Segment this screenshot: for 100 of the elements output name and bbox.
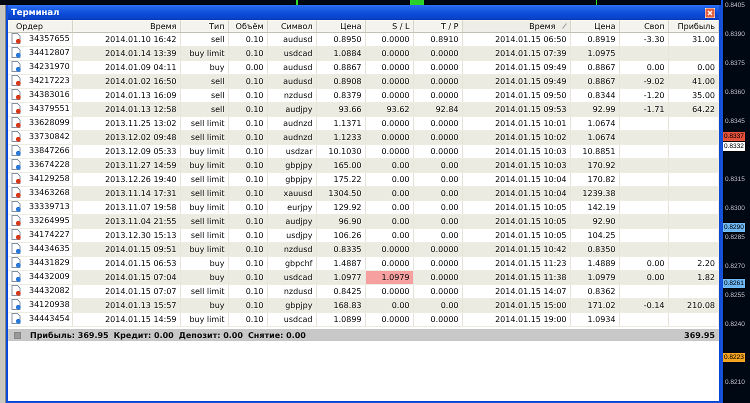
close-icon[interactable] [705, 8, 715, 18]
table-cell: 34431829 [29, 258, 70, 267]
table-cell: 34432082 [29, 286, 70, 295]
column-header[interactable]: Символ [267, 20, 316, 32]
table-cell: -0.14 [644, 301, 664, 310]
alert-cell: 1.0979 [365, 270, 413, 284]
table-cell: 129.92 [334, 203, 362, 212]
table-cell: 0.0000 [382, 287, 410, 296]
table-cell: 0.00 [392, 231, 410, 240]
table-cell: 0.8362 [588, 287, 616, 296]
table-cell: 2013.12.02 09:48 [105, 133, 176, 142]
table-cell: 34412807 [29, 48, 70, 57]
table-cell: 0.8350 [588, 245, 616, 254]
table-cell: 2014.01.15 11:23 [495, 259, 566, 268]
table-cell: usdcad [284, 315, 312, 324]
table-cell: 0.10 [246, 175, 264, 184]
table-cell: sell limit [190, 175, 224, 184]
square-icon [14, 332, 21, 338]
table-cell: buy limit [189, 147, 224, 156]
table-cell: 0.8867 [588, 77, 616, 86]
table-cell: 10.1030 [328, 147, 362, 156]
table-cell: -3.30 [644, 35, 664, 44]
table-cell: 0.00 [392, 203, 410, 212]
table-cell: 2014.01.15 15:00 [495, 301, 566, 310]
table-cell: 2014.01.15 10:04 [495, 175, 566, 184]
table-cell: 0.00 [440, 161, 458, 170]
table-cell: 171.02 [588, 301, 616, 310]
column-header[interactable]: S / L [365, 20, 413, 32]
table-cell: 1.0975 [588, 49, 616, 58]
table-cell: 0.8425 [334, 287, 362, 296]
table-cell: 0.00 [392, 175, 410, 184]
table-cell: 0.10 [246, 245, 264, 254]
table-cell: 0.0000 [382, 35, 410, 44]
table-cell: 1.0899 [334, 315, 362, 324]
table-cell: buy [210, 301, 224, 310]
column-header[interactable]: Время [462, 20, 570, 32]
table-cell: 2013.12.26 19:40 [105, 175, 176, 184]
table-cell: sell limit [190, 287, 224, 296]
table-cell: 2014.01.13 16:09 [105, 91, 176, 100]
table-cell: 0.00 [392, 217, 410, 226]
table-cell: 0.10 [246, 49, 264, 58]
table-cell: 33339713 [29, 202, 70, 211]
table-cell: 92.90 [592, 217, 616, 226]
table-cell: 0.00 [440, 175, 458, 184]
table-cell: 175.22 [334, 175, 362, 184]
table-cell: 0.00 [646, 259, 664, 268]
table-cell: 2014.01.15 10:01 [495, 119, 566, 128]
table-cell: 0.00 [440, 231, 458, 240]
column-header[interactable]: Цена [316, 20, 365, 32]
column-header[interactable]: T / P [413, 20, 462, 32]
table-cell: 34129258 [29, 174, 70, 183]
table-cell: 33847266 [29, 146, 70, 155]
table-cell: 0.0000 [430, 49, 458, 58]
table-cell: 35.00 [692, 91, 715, 100]
table-cell: sell limit [190, 189, 224, 198]
table-cell: 0.10 [246, 287, 264, 296]
table-cell: 1304.50 [328, 189, 362, 198]
table-cell: 2014.01.15 07:07 [105, 287, 176, 296]
table-cell: 0.0000 [382, 119, 410, 128]
table-cell: 2013.11.14 17:31 [105, 189, 176, 198]
column-header[interactable]: Прибыль [668, 20, 718, 32]
table-cell: 0.8335 [334, 245, 362, 254]
column-header[interactable]: Цена [570, 20, 619, 32]
table-cell: 2014.01.15 09:51 [105, 245, 176, 254]
table-cell: audusd [283, 77, 312, 86]
table-cell: buy [210, 63, 224, 72]
table-cell: 33730842 [29, 132, 70, 141]
table-cell: 2014.01.15 09:53 [495, 105, 566, 114]
table-cell: 142.19 [588, 203, 616, 212]
table-cell: 0.0000 [382, 63, 410, 72]
table-cell: nzdusd [284, 287, 312, 296]
column-header[interactable]: Время [72, 20, 180, 32]
table-cell: 1.0934 [588, 315, 616, 324]
table-cell: audnzd [283, 119, 312, 128]
table-cell: 0.10 [246, 161, 264, 170]
table-cell: 106.26 [334, 231, 362, 240]
table-cell: sell limit [190, 231, 224, 240]
table-cell: 2014.01.15 06:53 [105, 259, 176, 268]
table-cell: gbpjpy [285, 175, 312, 184]
table-cell: 2013.11.27 14:59 [105, 161, 176, 170]
column-header[interactable]: Тип [180, 20, 228, 32]
table-cell: nzdusd [284, 245, 312, 254]
table-cell: 2014.01.02 16:50 [105, 77, 176, 86]
column-header[interactable]: Своп [619, 20, 668, 32]
column-header[interactable]: Ордер [8, 20, 72, 32]
table-cell: 93.66 [338, 105, 362, 114]
table-cell: 2014.01.15 09:49 [495, 77, 566, 86]
table-cell: 0.10 [246, 203, 264, 212]
table-cell: 96.90 [338, 217, 362, 226]
table-cell: usdzar [286, 147, 312, 156]
table-cell: 2014.01.15 09:50 [495, 91, 566, 100]
document-icon [11, 33, 22, 44]
table-cell: buy limit [189, 203, 224, 212]
table-cell: 0.8908 [334, 77, 362, 86]
table-cell: 2014.01.15 10:03 [495, 161, 566, 170]
column-header[interactable]: Объём [228, 20, 267, 32]
table-cell: 0.10 [246, 231, 264, 240]
table-cell: 0.0000 [430, 147, 458, 156]
table-cell: 0.10 [246, 259, 264, 268]
table-cell: eurjpy [287, 203, 312, 212]
